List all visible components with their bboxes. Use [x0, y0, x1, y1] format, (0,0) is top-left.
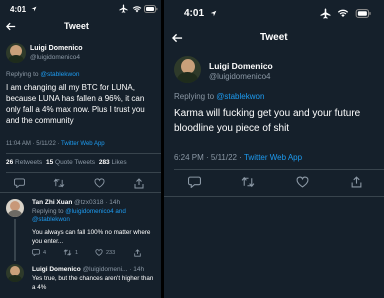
reply-icon: [32, 249, 40, 256]
wifi-icon: [336, 7, 349, 19]
divider: [174, 169, 384, 170]
divider: [164, 196, 384, 197]
left-screenshot: 4:01 Tweet Luigi Domenico @luigidomenico…: [0, 0, 161, 298]
avatar[interactable]: [174, 56, 201, 83]
share-icon[interactable]: [348, 174, 364, 190]
tweet-stats: 26 Retweets 15 Quote Tweets 283 Likes: [6, 159, 127, 166]
back-arrow-icon[interactable]: [170, 31, 184, 45]
header-title: Tweet: [64, 21, 89, 31]
like-icon[interactable]: [294, 174, 310, 190]
source-link[interactable]: Twitter Web App: [61, 141, 105, 147]
avatar[interactable]: [6, 43, 26, 63]
likes-count[interactable]: 283: [99, 159, 110, 166]
retweet-count: 1: [75, 249, 79, 256]
likes-label[interactable]: Likes: [112, 159, 127, 166]
reply-button[interactable]: 4: [32, 249, 46, 256]
battery-icon: [354, 7, 372, 19]
retweets-count[interactable]: 26: [6, 159, 13, 166]
divider: [6, 172, 161, 173]
retweet-icon[interactable]: [240, 174, 256, 190]
reply-author-handle[interactable]: @luigidomeni... · 14h: [83, 266, 145, 273]
thread-line: [14, 219, 16, 261]
tweet-timestamp: 6:24 PM · 5/11/22 · Twitter Web App: [174, 153, 302, 162]
like-button[interactable]: 233: [95, 249, 115, 256]
reply-author-name[interactable]: Luigi Domenico: [32, 266, 81, 273]
reply-author-handle[interactable]: @tzx0318 · 14h: [74, 199, 120, 206]
retweet-icon[interactable]: [52, 176, 66, 190]
replying-prefix: Replying to: [6, 71, 39, 78]
avatar[interactable]: [6, 199, 24, 217]
reply-header: Luigi Domenico @luigidomeni... · 14h: [32, 266, 144, 273]
replying-to: Replying to @stablekwon: [174, 92, 264, 101]
replying-to-link[interactable]: @stablekwon: [40, 71, 79, 78]
location-arrow-icon: [30, 5, 38, 13]
reply-icon[interactable]: [186, 174, 202, 190]
share-icon[interactable]: [132, 176, 146, 190]
author-name[interactable]: Luigi Domenico: [209, 61, 273, 71]
like-count: 233: [106, 249, 116, 256]
wifi-icon: [131, 4, 142, 13]
reply-count: 4: [43, 249, 47, 256]
share-icon[interactable]: [132, 248, 142, 258]
source-link[interactable]: Twitter Web App: [244, 153, 302, 162]
quotes-label[interactable]: Quote Tweets: [55, 159, 95, 166]
like-icon[interactable]: [92, 176, 106, 190]
author-handle[interactable]: @luigidomenico4: [30, 54, 80, 61]
right-screenshot: 4:01 Tweet Luigi Domenico @luigidomenico…: [164, 0, 384, 298]
reply-author-name[interactable]: Tan Zhi Xuan: [32, 199, 72, 206]
reply-text: Yes true, but the chances aren't higher …: [32, 275, 154, 291]
status-time: 4:01: [184, 8, 205, 19]
airplane-icon: [319, 7, 331, 19]
retweet-icon: [63, 249, 72, 256]
replying-to-link[interactable]: @stablekwon: [216, 92, 264, 101]
tweet-timestamp: 11:04 AM · 5/11/22 · Twitter Web App: [6, 141, 105, 147]
avatar[interactable]: [6, 264, 24, 282]
reply-replying-to: Replying to @luigidomenico4 and @stablek…: [32, 208, 154, 224]
retweet-button[interactable]: 1: [63, 249, 78, 256]
replying-prefix: Replying to: [174, 92, 215, 101]
timestamp-text: 6:24 PM · 5/11/22 ·: [174, 153, 244, 162]
location-arrow-icon: [209, 9, 218, 18]
quotes-count[interactable]: 15: [46, 159, 53, 166]
tweet-text: I am changing all my BTC for LUNA, becau…: [6, 83, 145, 125]
replying-prefix: Replying to: [32, 208, 64, 215]
divider: [6, 153, 161, 154]
author-name[interactable]: Luigi Domenico: [30, 45, 83, 52]
divider: [0, 192, 161, 193]
battery-icon: [144, 4, 158, 13]
timestamp-text: 11:04 AM · 5/11/22 ·: [6, 141, 62, 147]
reply-text: You always can fall 100% no matter where…: [32, 229, 151, 245]
replying-to: Replying to @stablekwon: [6, 71, 79, 78]
airplane-icon: [118, 4, 128, 13]
tweet-text: Karma will fucking get you and your futu…: [174, 108, 361, 134]
reply-header: Tan Zhi Xuan @tzx0318 · 14h: [32, 199, 120, 206]
retweets-label[interactable]: Retweets: [15, 159, 42, 166]
back-arrow-icon[interactable]: [5, 20, 17, 32]
author-handle[interactable]: @luigidomenico4: [209, 72, 271, 81]
header-title: Tweet: [260, 32, 288, 43]
status-time: 4:01: [10, 5, 27, 14]
reply-icon[interactable]: [12, 176, 26, 190]
like-icon: [95, 249, 103, 256]
